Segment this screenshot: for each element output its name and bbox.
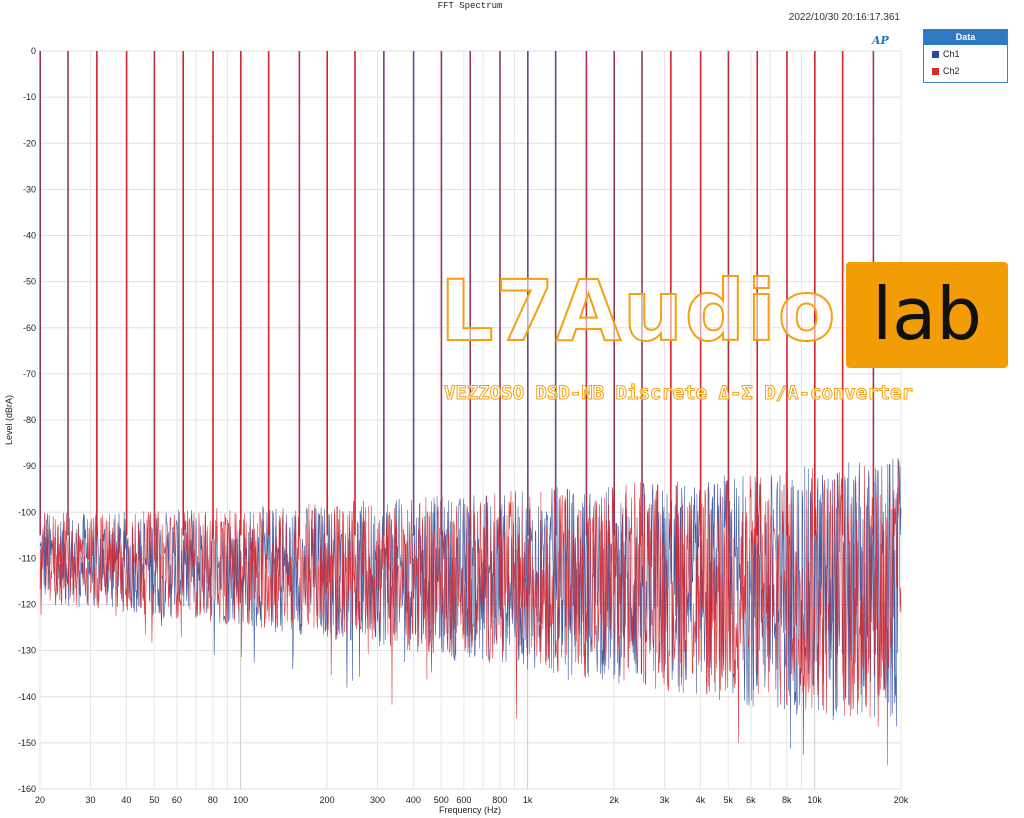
y-tick-label: -60 — [23, 323, 36, 333]
y-tick-label: 0 — [31, 46, 36, 56]
x-tick-label: 6k — [746, 795, 756, 805]
x-tick-label: 10k — [807, 795, 822, 805]
y-tick-label: -50 — [23, 277, 36, 287]
x-tick-label: 2k — [609, 795, 619, 805]
y-tick-label: -130 — [18, 646, 36, 656]
y-tick-label: -120 — [18, 600, 36, 610]
y-tick-label: -100 — [18, 507, 36, 517]
watermark-subtitle: VEZZOSO DSD-NB Discrete Δ-Σ D/A-converte… — [444, 382, 914, 405]
x-tick-label: 3k — [660, 795, 670, 805]
x-tick-label: 300 — [370, 795, 385, 805]
x-tick-label: 400 — [406, 795, 421, 805]
watermark-brand-text: L7Audio — [439, 262, 838, 360]
x-tick-label: 30 — [86, 795, 96, 805]
y-tick-label: -110 — [19, 553, 36, 563]
y-tick-label: -90 — [23, 461, 36, 471]
x-tick-label: 40 — [121, 795, 131, 805]
x-tick-label: 600 — [456, 795, 471, 805]
legend-swatch-ch1 — [932, 51, 939, 59]
x-tick-label: 60 — [172, 795, 182, 805]
y-axis-label: Level (dBrA) — [4, 395, 14, 445]
x-tick-label: 50 — [149, 795, 159, 805]
x-tick-label: 200 — [319, 795, 334, 805]
x-tick-label: 100 — [233, 795, 248, 805]
y-tick-label: -80 — [23, 415, 36, 425]
y-tick-label: -10 — [23, 92, 36, 102]
x-tick-label: 20k — [894, 795, 909, 805]
watermark-lab-text: lab — [872, 272, 982, 356]
x-axis-label: Frequency (Hz) — [439, 805, 501, 815]
y-tick-label: -150 — [18, 738, 36, 748]
y-tick-label: -40 — [23, 231, 36, 241]
legend-label-ch2: Ch2 — [943, 66, 960, 76]
legend-item-ch1[interactable]: Ch1 — [924, 47, 1007, 62]
legend: Data Ch1 Ch2 — [923, 29, 1008, 83]
y-tick-label: -30 — [23, 184, 36, 194]
watermark-lab-box: lab — [846, 262, 1008, 368]
x-tick-label: 800 — [492, 795, 507, 805]
y-axis: 0 -10 -20 -30 -40 -50 -60 -70 -80 -90 -100 -110 -120… — [18, 46, 36, 794]
legend-label-ch1: Ch1 — [943, 49, 960, 59]
x-tick-label: 8k — [782, 795, 792, 805]
legend-item-ch2[interactable]: Ch2 — [924, 64, 1007, 79]
legend-title: Data — [924, 30, 1007, 45]
watermark: L7Audio lab VEZZOSO DSD-NB Discrete Δ-Σ … — [439, 262, 1010, 422]
y-tick-label: -20 — [23, 138, 36, 148]
y-tick-label: -140 — [18, 692, 36, 702]
legend-swatch-ch2 — [932, 68, 939, 76]
y-tick-label: -160 — [18, 784, 36, 794]
y-tick-label: -70 — [23, 369, 36, 379]
x-tick-label: 80 — [208, 795, 218, 805]
x-tick-label: 1k — [523, 795, 533, 805]
x-tick-label: 4k — [696, 795, 706, 805]
x-axis: 20 30 40 50 60 80 100 200 300 400 500 600 800 1k 2k 3k 4… — [35, 795, 909, 805]
x-tick-label: 5k — [723, 795, 733, 805]
x-tick-label: 500 — [434, 795, 449, 805]
x-tick-label: 20 — [35, 795, 45, 805]
